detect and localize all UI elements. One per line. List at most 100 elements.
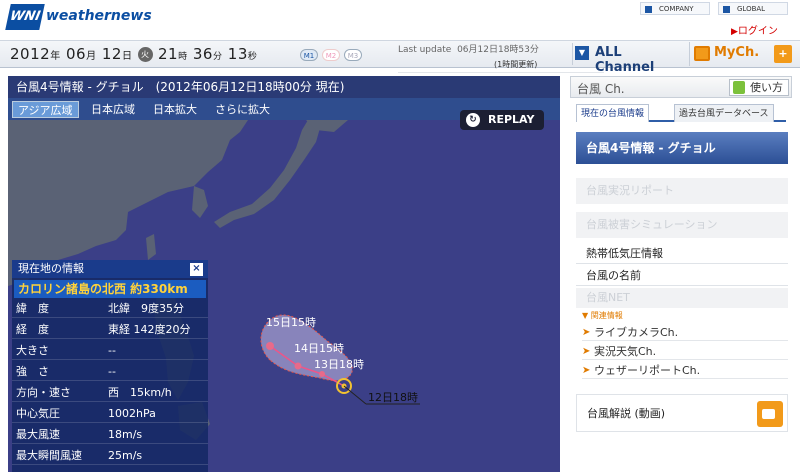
tab-further-zoom[interactable]: さらに拡大 [210,101,275,118]
point-14d [294,362,302,370]
info-key: 大きさ [16,344,49,357]
month-unit: 月 [86,51,97,62]
tv-icon [694,46,710,61]
day: 12 [101,45,122,63]
year: 2012 [10,45,51,63]
current-datetime: 2012年 06月 12日 火 21時 36分 13秒 [10,45,257,63]
all-channel-button[interactable]: ▼ ALL Channel [572,43,684,75]
track-label-13d: 13日18時 [314,358,364,371]
tab-current-typhoon[interactable]: 現在の台風情報 [576,104,650,122]
info-value: -- [108,365,116,378]
commentary-label: 台風解説 (動画) [587,407,666,420]
typhoon-title: 台風4号情報 - グチョル [576,132,788,164]
info-key: 中心気圧 [16,407,60,420]
typhoon-map: 台風4号情報 - グチョル (2012年06月12日18時00分 現在) アジア… [8,76,560,472]
typhoon-report-link: 台風実況リポート [576,178,788,204]
info-row: 経 度 東経 142度20分 [12,321,208,339]
info-row: 中心気圧 1002hPa [12,405,208,423]
mych-label: MyCh. [714,45,760,60]
global-link[interactable]: GLOBAL [718,2,788,15]
replay-icon: ↻ [466,113,480,127]
info-key: 強 さ [16,365,49,378]
track-label-15d: 15日15時 [266,316,316,329]
info-row: 最大瞬間風速 25m/s [12,447,208,465]
typhoon-commentary-video[interactable]: 台風解説 (動画) [576,394,788,432]
info-row: 方向・速さ 西 15km/h [12,384,208,402]
day-unit: 日 [121,51,133,62]
hour: 21 [158,45,179,63]
close-icon[interactable]: × [190,263,203,276]
login-arrow-icon: ▶ [731,27,738,37]
info-row: 最大風速 18m/s [12,426,208,444]
current-position-panel: 現在地の情報 × カロリン諸島の北西 約330km 緯 度 北緯 9度35分 経 … [12,260,208,472]
howto-label: 使い方 [750,81,783,94]
replay-label: REPLAY [488,113,535,126]
square-icon [723,6,730,13]
year-unit: 年 [50,51,61,62]
related-label: ▼ 関連情報 [582,311,623,320]
tab-japan-zoom[interactable]: 日本拡大 [148,101,202,118]
m2-badge[interactable]: M2 [322,49,340,61]
weather-report-label: ウェザーリポートCh. [594,364,701,377]
hour-unit: 時 [178,52,188,62]
info-key: 方向・速さ [16,386,71,399]
info-value: -- [108,344,116,357]
global-link-label: GLOBAL [737,5,766,13]
info-location: カロリン諸島の北西 約330km [14,280,206,298]
second-unit: 秒 [247,52,258,62]
info-value: 西 15km/h [108,386,172,399]
live-camera-link[interactable]: ➤ ライブカメラCh. [582,324,788,341]
info-key: 緯 度 [16,302,49,315]
tab-typhoon-database[interactable]: 過去台風データベース [674,104,774,122]
mych-button[interactable]: MyCh. [689,42,769,66]
info-value: 25m/s [108,449,143,462]
info-value: 北緯 9度35分 [108,302,184,315]
howto-button[interactable]: 使い方 [729,79,789,96]
damage-simulation-link: 台風被害シミュレーション [576,212,788,238]
second: 13 [227,45,248,63]
tab-japan-wide[interactable]: 日本広域 [86,101,140,118]
minute-unit: 分 [212,52,223,62]
last-update-value: 06月12日18時53分 [457,45,539,55]
minute: 36 [192,45,213,63]
add-channel-button[interactable]: + [774,45,792,63]
track-label-14d: 14日15時 [294,342,344,355]
typhoon-net-link: 台風NET [576,288,788,308]
arrow-icon: ➤ [582,346,591,357]
weather-now-link[interactable]: ➤ 実況天気Ch. [582,343,788,360]
info-row: 緯 度 北緯 9度35分 [12,300,208,318]
m1-badge[interactable]: M1 [300,49,318,61]
all-channel-label: ALL Channel [595,45,655,75]
logo[interactable]: WNI weathernews [5,4,152,30]
arrow-icon: ➤ [582,327,591,338]
video-camera-icon [757,401,783,427]
info-value: 東経 142度20分 [108,323,191,336]
track-label-12d: 12日18時 [368,391,418,404]
tropical-depression-link[interactable]: 熱帯低気圧情報 [576,244,788,264]
typhoon-name-link[interactable]: 台風の名前 [576,266,788,286]
weather-report-link[interactable]: ➤ ウェザーリポートCh. [582,362,788,379]
right-tabs: 現在の台風情報 過去台風データベース [576,104,786,122]
weather-now-label: 実況天気Ch. [594,345,657,358]
info-row: 強 さ -- [12,363,208,381]
square-icon [645,6,652,13]
logo-mark: WNI [5,4,45,30]
point-15d [266,342,274,350]
channel-title: 台風 Ch. [577,82,625,96]
live-camera-label: ライブカメラCh. [594,326,679,339]
tab-asia[interactable]: アジア広域 [12,101,79,118]
info-key: 経 度 [16,323,49,336]
chevron-down-icon: ▼ [575,46,589,60]
company-link[interactable]: COMPANY [640,2,710,15]
login-link[interactable]: ▶ログイン [731,22,778,37]
company-link-label: COMPANY [659,5,694,13]
login-label: ログイン [737,26,778,37]
month: 06 [65,45,87,63]
m3-badge[interactable]: M3 [344,49,362,61]
info-key: 最大風速 [16,428,60,441]
info-value: 18m/s [108,428,143,441]
replay-button[interactable]: ↻ REPLAY [460,110,544,130]
info-value: 1002hPa [108,407,156,420]
logo-text: weathernews [46,8,152,24]
arrow-icon: ➤ [582,365,591,376]
